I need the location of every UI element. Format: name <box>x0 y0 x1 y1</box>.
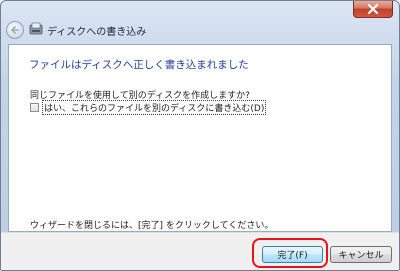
write-another-disc-checkbox[interactable] <box>30 102 39 112</box>
wizard-content: ファイルはディスクへ正しく書き込まれました 同じファイルを使用して別のディスクを… <box>8 44 392 232</box>
disc-burn-icon <box>29 22 43 35</box>
back-button[interactable] <box>6 21 24 39</box>
page-heading: ファイルはディスクへ正しく書き込まれました <box>29 59 249 71</box>
burn-wizard-window: ディスクへの書き込み ファイルはディスクへ正しく書き込まれました 同じファイルを… <box>0 0 400 271</box>
write-another-disc-label[interactable]: はい、これらのファイルを別のディスクに書き込む(D) <box>42 99 267 115</box>
wizard-footer: 完了(F) キャンセル <box>1 232 399 270</box>
write-another-disc-option[interactable]: はい、これらのファイルを別のディスクに書き込む(D) <box>30 99 267 115</box>
close-button[interactable] <box>353 1 393 18</box>
close-icon <box>367 4 379 14</box>
cancel-button[interactable]: キャンセル <box>330 246 392 263</box>
finish-button[interactable]: 完了(F) <box>262 246 323 263</box>
window-title: ディスクへの書き込み <box>47 27 147 38</box>
close-hint-text: ウィザードを閉じるには、[完了] をクリックしてください。 <box>30 221 274 231</box>
back-arrow-icon <box>11 26 19 34</box>
